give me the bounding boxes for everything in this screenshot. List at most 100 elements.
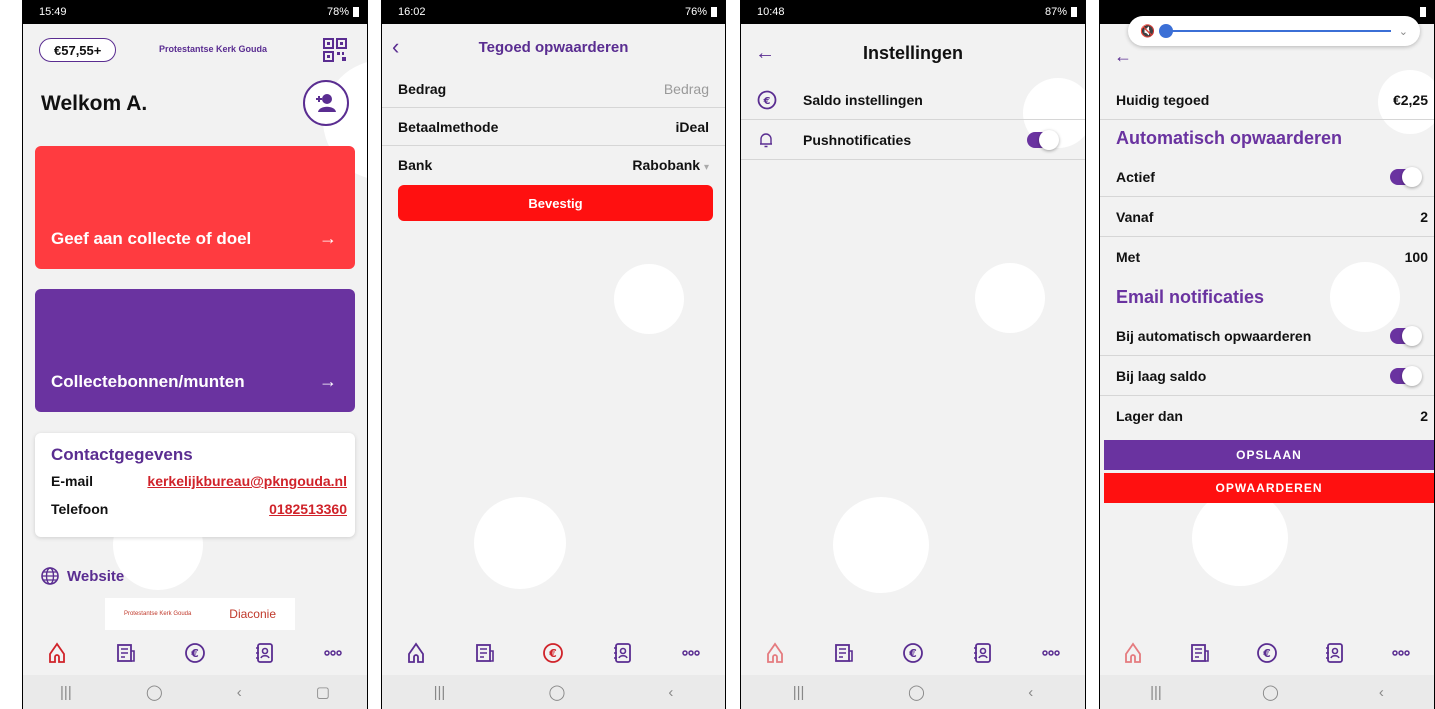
add-profile-button[interactable] bbox=[303, 80, 349, 126]
battery-icon bbox=[711, 7, 717, 17]
payment-method-row[interactable]: Betaalmethode iDeal bbox=[382, 108, 725, 146]
balance-pill[interactable]: €57,55+ bbox=[39, 38, 117, 62]
nav-church[interactable] bbox=[43, 639, 71, 667]
back-arrow-icon[interactable]: ← bbox=[755, 42, 775, 65]
nav-contacts[interactable] bbox=[250, 639, 278, 667]
nav-euro[interactable]: € bbox=[181, 639, 209, 667]
system-nav: ||| ◯ ‹ ▢ bbox=[23, 675, 367, 709]
recent-apps-icon[interactable]: ||| bbox=[793, 684, 805, 701]
give-collection-card[interactable]: Geef aan collecte of doel → bbox=[35, 146, 355, 269]
decor-bubble bbox=[614, 264, 684, 334]
qr-code-icon[interactable] bbox=[323, 38, 347, 62]
nav-euro[interactable]: € bbox=[1253, 639, 1281, 667]
back-arrow-icon[interactable]: ← bbox=[1114, 46, 1132, 67]
back-icon[interactable]: ‹ bbox=[237, 684, 242, 701]
phone-topup-screen: 16:02 76% ‹ Tegoed opwaarderen Bedrag Be… bbox=[381, 0, 726, 709]
mute-icon[interactable]: 🔇 bbox=[1140, 24, 1155, 38]
nav-news[interactable] bbox=[1186, 639, 1214, 667]
current-balance-row: Huidig tegoed €2,25 bbox=[1100, 80, 1434, 120]
bank-row[interactable]: Bank Rabobank ▾ bbox=[382, 146, 725, 184]
svg-text:€: € bbox=[908, 647, 917, 660]
low-balance-row[interactable]: Bij laag saldo bbox=[1100, 356, 1434, 396]
volume-knob[interactable] bbox=[1158, 24, 1173, 38]
coins-card[interactable]: Collectebonnen/munten → bbox=[35, 289, 355, 412]
nav-church[interactable] bbox=[761, 639, 789, 667]
recent-apps-icon[interactable]: ||| bbox=[60, 684, 72, 701]
home-icon[interactable]: ◯ bbox=[146, 683, 163, 701]
low-balance-toggle[interactable] bbox=[1390, 365, 1422, 386]
chevron-down-icon[interactable]: ⌄ bbox=[1399, 25, 1408, 38]
volume-track[interactable] bbox=[1158, 24, 1391, 38]
nav-news[interactable] bbox=[112, 639, 140, 667]
confirm-button[interactable]: Bevestig bbox=[398, 185, 713, 221]
status-time: 15:49 bbox=[39, 6, 67, 18]
topup-button[interactable]: OPWAARDEREN bbox=[1104, 473, 1434, 503]
from-input[interactable]: 2 bbox=[1420, 209, 1428, 225]
volume-slider-panel[interactable]: 🔇 ⌄ bbox=[1128, 16, 1420, 46]
nav-contacts[interactable] bbox=[608, 639, 636, 667]
euro-icon: € bbox=[1257, 643, 1277, 663]
back-icon[interactable]: ‹ bbox=[1379, 684, 1384, 701]
contact-title: Contactgegevens bbox=[51, 445, 193, 464]
active-toggle[interactable] bbox=[1390, 166, 1422, 187]
on-auto-topup-row[interactable]: Bij automatisch opwaarderen bbox=[1100, 316, 1434, 356]
phone-link[interactable]: 0182513360 bbox=[269, 501, 347, 517]
back-icon[interactable]: ‹ bbox=[668, 684, 673, 701]
bottom-nav: € bbox=[741, 631, 1085, 675]
lower-than-input[interactable]: 2 bbox=[1420, 408, 1428, 424]
back-icon[interactable]: ‹ bbox=[1028, 684, 1033, 701]
home-icon[interactable]: ◯ bbox=[548, 683, 565, 701]
nav-more[interactable] bbox=[1387, 639, 1415, 667]
nav-news[interactable] bbox=[471, 639, 499, 667]
bank-label: Bank bbox=[398, 157, 433, 173]
amount-row[interactable]: Bedrag Bedrag bbox=[382, 70, 725, 108]
contacts-icon bbox=[973, 643, 991, 663]
with-input[interactable]: 100 bbox=[1405, 249, 1428, 265]
payment-method-value[interactable]: iDeal bbox=[676, 119, 709, 135]
recent-apps-icon[interactable]: ||| bbox=[1150, 684, 1162, 701]
nav-church[interactable] bbox=[402, 639, 430, 667]
nav-contacts[interactable] bbox=[968, 639, 996, 667]
nav-more[interactable] bbox=[677, 639, 705, 667]
from-row[interactable]: Vanaf 2 bbox=[1100, 197, 1434, 237]
on-auto-topup-toggle[interactable] bbox=[1390, 325, 1422, 346]
bank-select[interactable]: Rabobank ▾ bbox=[632, 157, 709, 173]
home-icon[interactable]: ◯ bbox=[908, 683, 925, 701]
nav-more[interactable] bbox=[1037, 639, 1065, 667]
status-bar: 16:02 76% bbox=[382, 0, 725, 24]
current-balance-value: €2,25 bbox=[1392, 91, 1428, 108]
nav-euro[interactable]: € bbox=[899, 639, 927, 667]
status-battery: 78% bbox=[326, 6, 349, 18]
nav-contacts[interactable] bbox=[1320, 639, 1348, 667]
email-link[interactable]: kerkelijkbureau@pkngouda.nl bbox=[147, 473, 347, 489]
on-auto-topup-label: Bij automatisch opwaarderen bbox=[1116, 327, 1312, 344]
home-icon[interactable]: ◯ bbox=[1262, 683, 1279, 701]
push-toggle[interactable] bbox=[1027, 129, 1059, 150]
back-chevron-icon[interactable]: ‹ bbox=[392, 34, 399, 60]
church-icon bbox=[49, 642, 66, 663]
active-row[interactable]: Actief bbox=[1100, 157, 1434, 197]
arrow-right-icon: → bbox=[319, 228, 337, 248]
lower-than-row[interactable]: Lager dan 2 bbox=[1100, 396, 1434, 436]
recent-apps-icon[interactable]: ||| bbox=[434, 684, 446, 701]
saldo-settings-row[interactable]: € Saldo instellingen bbox=[741, 80, 1085, 120]
news-icon bbox=[117, 644, 135, 662]
amount-input[interactable]: Bedrag bbox=[664, 81, 709, 97]
push-notifications-row[interactable]: Pushnotificaties bbox=[741, 120, 1085, 160]
status-battery: 76% bbox=[684, 6, 707, 18]
with-row[interactable]: Met 100 bbox=[1100, 237, 1434, 277]
bottom-nav: € bbox=[1100, 631, 1434, 675]
save-button[interactable]: OPSLAAN bbox=[1104, 440, 1434, 470]
nav-euro[interactable]: € bbox=[539, 639, 567, 667]
nav-church[interactable] bbox=[1119, 639, 1147, 667]
low-balance-label: Bij laag saldo bbox=[1116, 367, 1207, 384]
news-icon bbox=[835, 644, 853, 662]
nav-news[interactable] bbox=[830, 639, 858, 667]
coins-label: Collectebonnen/munten bbox=[51, 372, 245, 391]
contacts-icon bbox=[1325, 643, 1343, 663]
nav-more[interactable] bbox=[319, 639, 347, 667]
decor-bubble bbox=[975, 263, 1045, 333]
keyboard-icon[interactable]: ▢ bbox=[316, 683, 330, 701]
website-link[interactable]: Website bbox=[41, 567, 124, 585]
system-nav: ||| ◯ ‹ bbox=[382, 675, 725, 709]
